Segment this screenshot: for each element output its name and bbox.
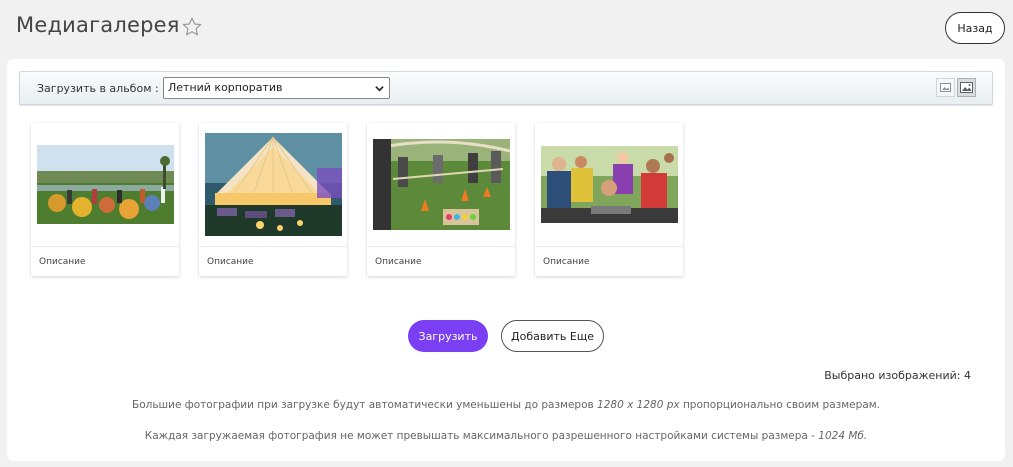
image-description[interactable]: Описание [543, 257, 590, 267]
gallery-card[interactable]: Описание [367, 123, 515, 276]
upload-album-label: Загрузить в альбом : [37, 82, 159, 95]
album-select-value: Летний корпоратив [168, 81, 283, 94]
small-thumbnails-button[interactable] [936, 78, 955, 97]
image-description[interactable]: Описание [207, 257, 254, 267]
photo-festival-tent-lights[interactable] [204, 133, 342, 236]
large-thumbnails-button[interactable] [957, 78, 976, 97]
gallery-card[interactable]: Описание [199, 123, 347, 276]
upload-toolbar: Загрузить в альбом : Летний корпоратив [19, 71, 993, 105]
large-thumbnails-icon [960, 82, 973, 93]
photo-friends-hands-together[interactable] [540, 146, 678, 223]
view-mode-switch [936, 78, 976, 97]
photo-outdoor-party-beanbags[interactable] [36, 145, 174, 224]
image-description[interactable]: Описание [39, 257, 86, 267]
resize-note: Большие фотографии при загрузке будут ав… [132, 399, 880, 411]
add-more-button[interactable]: Добавить Еще [501, 320, 604, 352]
page-title: Медиагалерея [16, 13, 180, 37]
media-gallery-panel: Загрузить в альбом : Летний корпоратив О… [7, 59, 1005, 461]
photo-team-building-game[interactable] [372, 139, 510, 230]
page-header: Медиагалерея Назад [0, 0, 1013, 56]
back-button[interactable]: Назад [945, 12, 1005, 44]
selected-images-count: Выбрано изображений: 4 [824, 369, 971, 382]
album-select[interactable]: Летний корпоратив [163, 77, 390, 99]
upload-button[interactable]: Загрузить [408, 320, 488, 352]
gallery-card[interactable]: Описание [31, 123, 179, 276]
star-icon[interactable] [181, 16, 203, 38]
chevron-down-icon [375, 86, 384, 92]
image-description[interactable]: Описание [375, 257, 422, 267]
small-thumbnails-icon [940, 83, 951, 92]
gallery-card[interactable]: Описание [535, 123, 683, 276]
size-limit-note: Каждая загружаемая фотография не может п… [144, 430, 868, 442]
